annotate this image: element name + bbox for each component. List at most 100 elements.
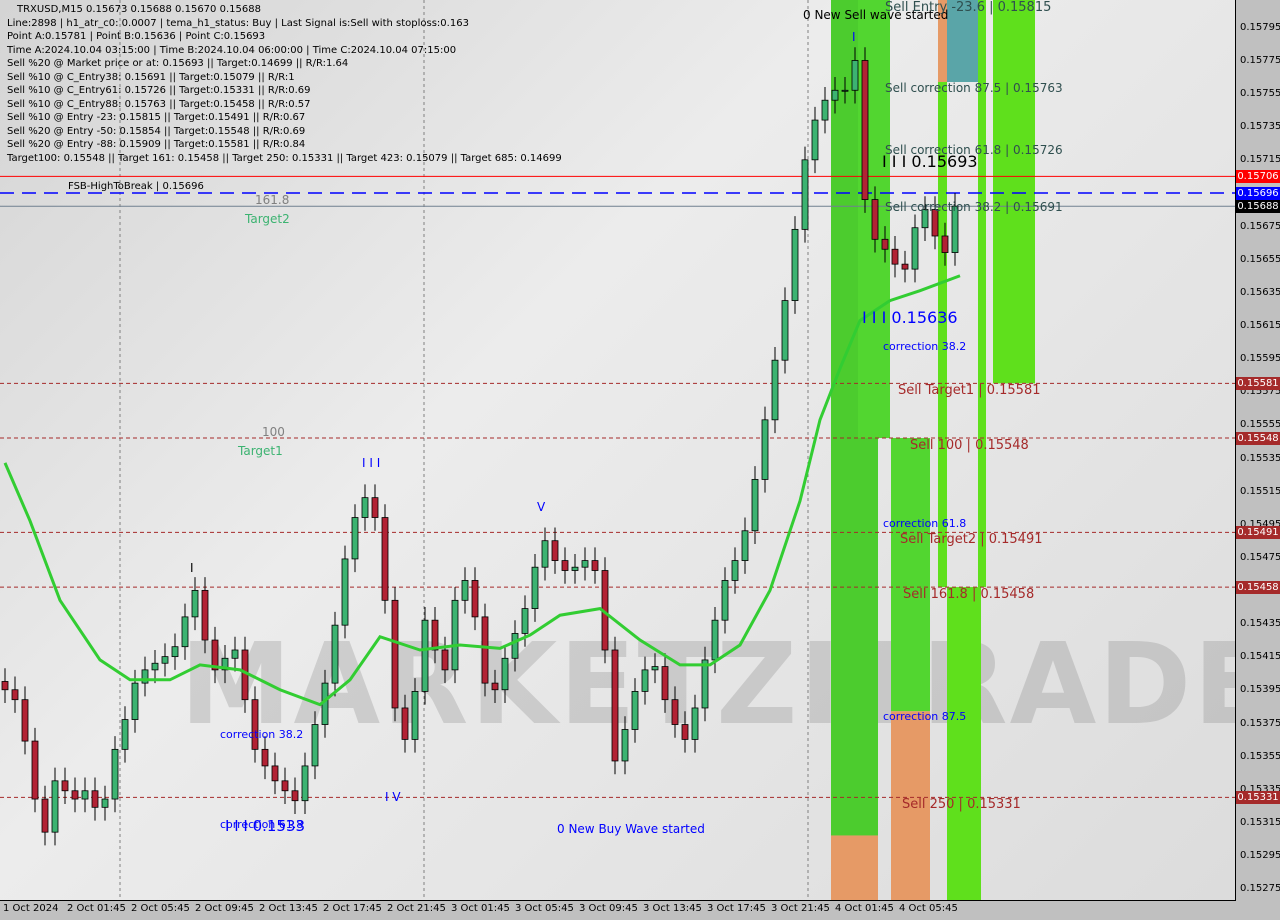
- candle-body: [541, 540, 549, 568]
- target-zone: [993, 0, 1035, 384]
- price-tick: 0.15515: [1240, 485, 1280, 497]
- candle-body: [281, 780, 289, 792]
- info-line: Target100: 0.15548 || Target 161: 0.1545…: [7, 152, 562, 164]
- price-tick: 0.15595: [1240, 353, 1280, 365]
- sell-250-label: Sell 250 | 0.15331: [902, 797, 1021, 812]
- price-tick: 0.15435: [1240, 618, 1280, 630]
- candle-body: [441, 649, 449, 671]
- price-tick: 0.15415: [1240, 651, 1280, 663]
- price-tag: 0.15696: [1236, 186, 1280, 200]
- symbol-title: TRXUSD,M15 0.15673 0.15688 0.15670 0.156…: [17, 4, 261, 15]
- fsb-high-to-break-label: FSB-HighToBreak | 0.15696: [68, 181, 204, 192]
- time-axis[interactable]: 1 Oct 2024 2 Oct 01:45 2 Oct 05:45 2 Oct 09…: [0, 901, 1236, 920]
- candle-body: [361, 497, 369, 518]
- candle-body: [861, 60, 869, 200]
- candle-body: [531, 566, 539, 610]
- info-line: Point A:0.15781 | Point B:0.15636 | Poin…: [7, 31, 266, 42]
- info-line: Sell %10 @ C_Entry61: 0.15726 || Target:…: [7, 85, 311, 96]
- low-point-label: I I I 0.1533: [225, 817, 306, 835]
- candle-body: [621, 729, 629, 762]
- candle-body: [611, 649, 619, 762]
- candle-body: [121, 719, 129, 750]
- candle-body: [911, 227, 919, 270]
- candle-body: [41, 798, 49, 833]
- candle-body: [91, 790, 99, 808]
- price-axis[interactable]: 0.15795 0.15775 0.15755 0.15735 0.15715 0.156…: [1236, 0, 1280, 920]
- info-panel: TRXUSD,M15 0.15673 0.15688 0.15670 0.156…: [7, 3, 562, 165]
- candle-body: [161, 656, 169, 664]
- target-zone: [891, 438, 930, 712]
- wave-1-label: I: [190, 561, 194, 575]
- price-tick: 0.15395: [1240, 684, 1280, 696]
- candle-body: [61, 780, 69, 792]
- sell-target1-label: Sell Target1 | 0.15581: [898, 383, 1041, 398]
- candle-body: [371, 497, 379, 518]
- price-tick: 0.15295: [1240, 850, 1280, 861]
- candle-body: [871, 199, 879, 240]
- time-tick: 1 Oct 2024: [3, 903, 59, 914]
- time-tick: 4 Oct 05:45: [899, 903, 958, 914]
- chart-area[interactable]: MARKETZITRADE TRXUSD,M15 0.15673 0.15688…: [0, 0, 1236, 901]
- candle-body: [401, 707, 409, 740]
- point-b-label: I I I 0.15636: [862, 308, 958, 327]
- candle-body: [271, 765, 279, 782]
- new-buy-wave-label: 0 New Buy Wave started: [557, 822, 705, 836]
- candle-body: [491, 682, 499, 691]
- info-line: Line:2898 | h1_atr_c0: 0.0007 | tema_h1_…: [7, 17, 469, 29]
- candle-body: [431, 619, 439, 651]
- time-tick: 2 Oct 09:45: [195, 903, 254, 914]
- candle-body: [891, 248, 899, 265]
- correction-875-label: correction 87.5: [883, 710, 967, 723]
- wave-5-label: V: [537, 500, 546, 514]
- price-tick: 0.15735: [1240, 121, 1280, 133]
- candle-body: [511, 633, 519, 659]
- candle-body: [881, 238, 889, 250]
- candle-body: [791, 228, 799, 301]
- price-tick: 0.15775: [1240, 55, 1280, 67]
- candle-body: [901, 263, 909, 270]
- candle-body: [1, 681, 9, 691]
- candle-body: [731, 560, 739, 581]
- candle-body: [351, 517, 359, 560]
- candle-body: [461, 580, 469, 601]
- price-tag: 0.15491: [1236, 526, 1280, 540]
- candle-body: [181, 616, 189, 648]
- time-tick: 3 Oct 05:45: [515, 903, 574, 914]
- price-tag: 0.15458: [1236, 581, 1280, 595]
- candle-body: [231, 649, 239, 659]
- candle-body: [761, 419, 769, 480]
- candle-body: [471, 580, 479, 618]
- candle-body: [551, 540, 559, 561]
- sell-correction-875-label: Sell correction 87.5 | 0.15763: [885, 81, 1063, 95]
- candle-body: [391, 599, 399, 709]
- fib-100-label: 100: [262, 425, 285, 439]
- candle-body: [481, 616, 489, 684]
- candle-body: [811, 119, 819, 161]
- candle-body: [591, 560, 599, 571]
- info-line: Sell %20 @ Entry -50: 0.15854 || Target:…: [7, 125, 306, 137]
- sell-correction-382-label: Sell correction 38.2 | 0.15691: [885, 200, 1063, 214]
- price-tick: 0.15655: [1240, 253, 1280, 265]
- time-tick: 3 Oct 17:45: [707, 903, 766, 914]
- candle-body: [801, 159, 809, 230]
- candle-body: [701, 659, 709, 709]
- candle-body: [561, 560, 569, 571]
- time-tick: 3 Oct 13:45: [643, 903, 702, 914]
- price-tag: 0.15331: [1236, 791, 1280, 805]
- point-c-label: I I I 0.15693: [882, 152, 978, 171]
- sell-1618-label: Sell 161.8 | 0.15458: [903, 587, 1035, 602]
- price-tick: 0.15315: [1240, 816, 1280, 828]
- candle-body: [651, 666, 659, 671]
- price-tag: 0.15581: [1236, 377, 1280, 391]
- price-tick: 0.15555: [1240, 419, 1280, 431]
- candle-body: [341, 558, 349, 626]
- price-tick: 0.15615: [1240, 320, 1280, 332]
- info-line: Time A:2024.10.04 03:15:00 | Time B:2024…: [7, 44, 457, 56]
- candle-body: [411, 691, 419, 740]
- time-tick: 2 Oct 01:45: [67, 903, 126, 914]
- candle-body: [381, 517, 389, 601]
- left-correction-382-label: correction 38.2: [220, 728, 304, 741]
- candle-body: [661, 666, 669, 701]
- wave-4-label: I V: [385, 790, 401, 804]
- candle-body: [521, 608, 529, 634]
